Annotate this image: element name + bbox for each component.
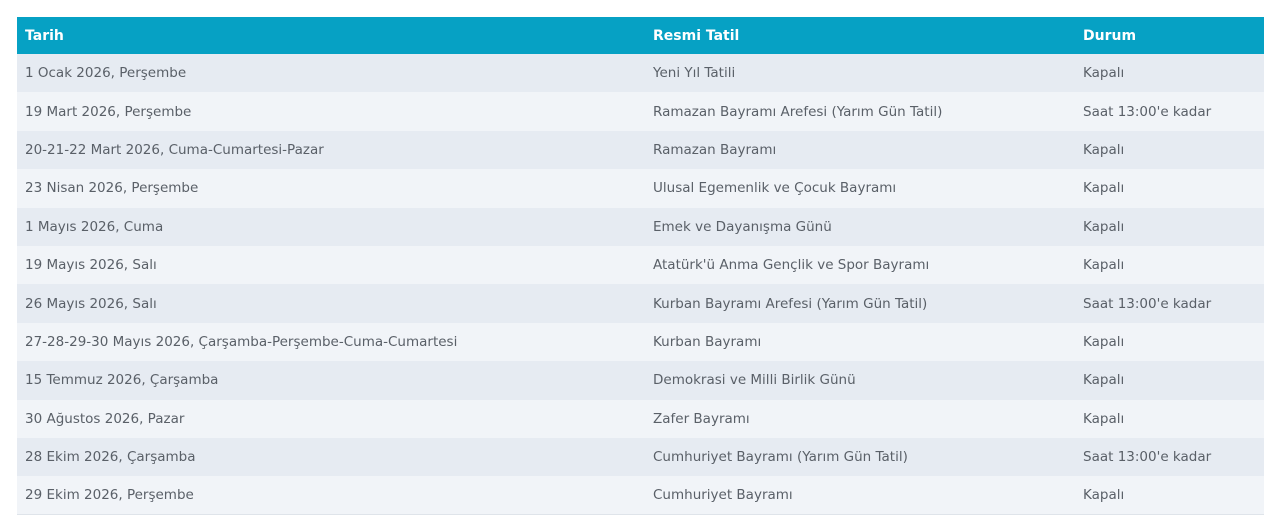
cell-status: Kapalı: [1075, 399, 1264, 438]
cell-status: Kapalı: [1075, 322, 1264, 362]
cell-holiday: Emek ve Dayanışma Günü: [645, 207, 1075, 246]
cell-date: 15 Temmuz 2026, Çarşamba: [17, 361, 645, 400]
cell-status: Saat 13:00'e kadar: [1075, 92, 1264, 131]
cell-status: Kapalı: [1075, 245, 1264, 285]
cell-date: 19 Mart 2026, Perşembe: [17, 92, 645, 131]
table-row: 27-28-29-30 Mayıs 2026, Çarşamba-Perşemb…: [17, 322, 1264, 362]
cell-status: Kapalı: [1075, 54, 1264, 93]
table-row: 29 Ekim 2026, Perşembe Cumhuriyet Bayramı…: [17, 476, 1264, 516]
holiday-table: Tarih Resmi Tatil Durum 1 Ocak 2026, Per…: [17, 17, 1264, 516]
cell-holiday: Kurban Bayramı: [645, 322, 1075, 362]
cell-status: Saat 13:00'e kadar: [1075, 284, 1264, 323]
cell-status: Saat 13:00'e kadar: [1075, 437, 1264, 477]
column-header-status: Durum: [1075, 17, 1264, 54]
table-row: 19 Mart 2026, Perşembe Ramazan Bayramı Ar…: [17, 92, 1264, 131]
cell-status: Kapalı: [1075, 169, 1264, 208]
cell-date: 28 Ekim 2026, Çarşamba: [17, 437, 645, 477]
cell-date: 1 Mayıs 2026, Cuma: [17, 207, 645, 246]
cell-date: 29 Ekim 2026, Perşembe: [17, 476, 645, 516]
column-header-date: Tarih: [17, 17, 645, 54]
table-row: 20-21-22 Mart 2026, Cuma-Cumartesi-Pazar…: [17, 130, 1264, 170]
cell-date: 23 Nisan 2026, Perşembe: [17, 169, 645, 208]
cell-holiday: Kurban Bayramı Arefesi (Yarım Gün Tatil): [645, 284, 1075, 323]
cell-status: Kapalı: [1075, 476, 1264, 516]
table-row: 15 Temmuz 2026, Çarşamba Demokrasi ve Mil…: [17, 361, 1264, 400]
cell-date: 26 Mayıs 2026, Salı: [17, 284, 645, 323]
table-row: 23 Nisan 2026, Perşembe Ulusal Egemenlik …: [17, 169, 1264, 208]
cell-holiday: Atatürk'ü Anma Gençlik ve Spor Bayramı: [645, 245, 1075, 285]
table-row: 1 Ocak 2026, Perşembe Yeni Yıl Tatili Kapa…: [17, 54, 1264, 93]
cell-holiday: Ramazan Bayramı: [645, 130, 1075, 170]
table-header: Tarih Resmi Tatil Durum: [17, 17, 1264, 54]
table-row: 28 Ekim 2026, Çarşamba Cumhuriyet Bayramı…: [17, 437, 1264, 477]
cell-date: 1 Ocak 2026, Perşembe: [17, 54, 645, 93]
holiday-table-container: Tarih Resmi Tatil Durum 1 Ocak 2026, Per…: [17, 17, 1264, 516]
cell-holiday: Ramazan Bayramı Arefesi (Yarım Gün Tatil…: [645, 92, 1075, 131]
cell-date: 19 Mayıs 2026, Salı: [17, 245, 645, 285]
table-row: 30 Ağustos 2026, Pazar Zafer Bayramı Kapal…: [17, 399, 1264, 438]
cell-status: Kapalı: [1075, 361, 1264, 400]
cell-holiday: Cumhuriyet Bayramı (Yarım Gün Tatil): [645, 437, 1075, 477]
cell-holiday: Cumhuriyet Bayramı: [645, 476, 1075, 516]
table-row: 19 Mayıs 2026, Salı Atatürk'ü Anma Gençli…: [17, 245, 1264, 285]
cell-date: 20-21-22 Mart 2026, Cuma-Cumartesi-Pazar: [17, 130, 645, 170]
cell-holiday: Ulusal Egemenlik ve Çocuk Bayramı: [645, 169, 1075, 208]
table-header-row: Tarih Resmi Tatil Durum: [17, 17, 1264, 54]
table-row: 26 Mayıs 2026, Salı Kurban Bayramı Arefes…: [17, 284, 1264, 323]
cell-status: Kapalı: [1075, 207, 1264, 246]
table-row: 1 Mayıs 2026, Cuma Emek ve Dayanışma Günü…: [17, 207, 1264, 246]
cell-status: Kapalı: [1075, 130, 1264, 170]
cell-holiday: Zafer Bayramı: [645, 399, 1075, 438]
cell-date: 27-28-29-30 Mayıs 2026, Çarşamba-Perşemb…: [17, 322, 645, 362]
column-header-holiday: Resmi Tatil: [645, 17, 1075, 54]
cell-holiday: Yeni Yıl Tatili: [645, 54, 1075, 93]
cell-holiday: Demokrasi ve Milli Birlik Günü: [645, 361, 1075, 400]
table-body: 1 Ocak 2026, Perşembe Yeni Yıl Tatili Kapa…: [17, 54, 1264, 516]
cell-date: 30 Ağustos 2026, Pazar: [17, 399, 645, 438]
